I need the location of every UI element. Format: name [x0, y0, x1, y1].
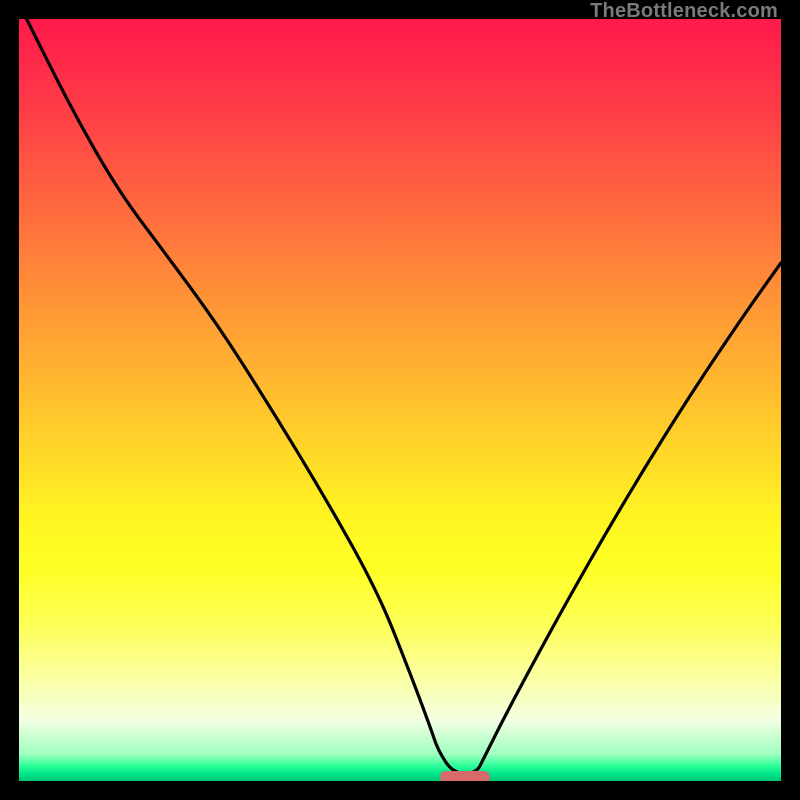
- bottleneck-marker: [440, 771, 490, 781]
- bottleneck-curve: [27, 19, 781, 773]
- watermark-text: TheBottleneck.com: [590, 0, 778, 23]
- chart-curve-layer: [19, 19, 781, 781]
- chart-frame: [19, 19, 781, 781]
